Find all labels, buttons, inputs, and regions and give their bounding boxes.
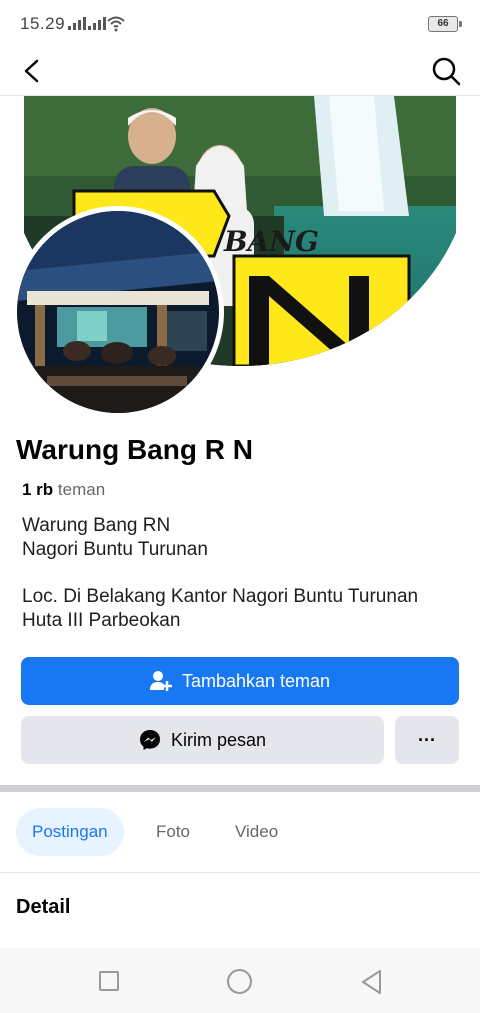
search-icon (432, 57, 461, 86)
add-friend-button[interactable]: Tambahkan teman (21, 657, 459, 705)
add-friend-icon (149, 671, 172, 691)
tabs-divider (0, 872, 480, 873)
message-button[interactable]: Kirim pesan (21, 716, 384, 764)
status-bar: 15.29 66 (0, 0, 480, 48)
bio-line-3: Loc. Di Belakang Kantor Nagori Buntu Tur… (22, 586, 419, 607)
friends-count[interactable]: 1 rb teman (22, 480, 105, 500)
tab-postingan-label: Postingan (32, 822, 108, 841)
profile-name: Warung Bang R N (16, 434, 253, 465)
messenger-icon (139, 730, 160, 750)
friends-label: teman (57, 480, 106, 499)
profile-avatar[interactable] (12, 206, 224, 418)
bio-line-2: Nagori Buntu Turunan (22, 539, 208, 560)
friends-number: 1 rb (22, 480, 54, 499)
back-button[interactable] (18, 56, 48, 86)
wifi-icon (107, 16, 125, 32)
tab-video-label: Video (235, 822, 279, 841)
tab-postingan[interactable]: Postingan (16, 808, 124, 856)
system-nav-bar (0, 948, 480, 1013)
bio-line-4: Huta III Parbeokan (22, 610, 181, 631)
signal-icon (68, 16, 86, 30)
tab-foto[interactable]: Foto (140, 808, 206, 856)
avatar-image (17, 211, 219, 413)
tab-foto-label: Foto (156, 822, 191, 841)
message-label: Kirim pesan (170, 729, 267, 750)
system-back-button[interactable] (360, 969, 384, 995)
cover-text: BANG (223, 225, 319, 258)
bio-line-1: Warung Bang RN (22, 515, 171, 536)
back-arrow-icon (24, 59, 39, 83)
more-options-button[interactable]: ··· (395, 716, 459, 764)
more-icon: ··· (418, 729, 436, 750)
home-button[interactable] (227, 969, 252, 994)
status-time: 15.29 (20, 14, 66, 33)
battery-icon: 66 (428, 16, 462, 32)
recents-button[interactable] (99, 971, 119, 991)
add-friend-label: Tambahkan teman (181, 670, 331, 691)
section-divider (0, 785, 480, 792)
battery-level: 66 (437, 18, 449, 29)
top-nav (0, 48, 480, 96)
signal-icon-2 (88, 16, 106, 30)
search-button[interactable] (430, 55, 462, 87)
detail-heading: Detail (16, 896, 71, 918)
tab-video[interactable]: Video (219, 808, 294, 856)
